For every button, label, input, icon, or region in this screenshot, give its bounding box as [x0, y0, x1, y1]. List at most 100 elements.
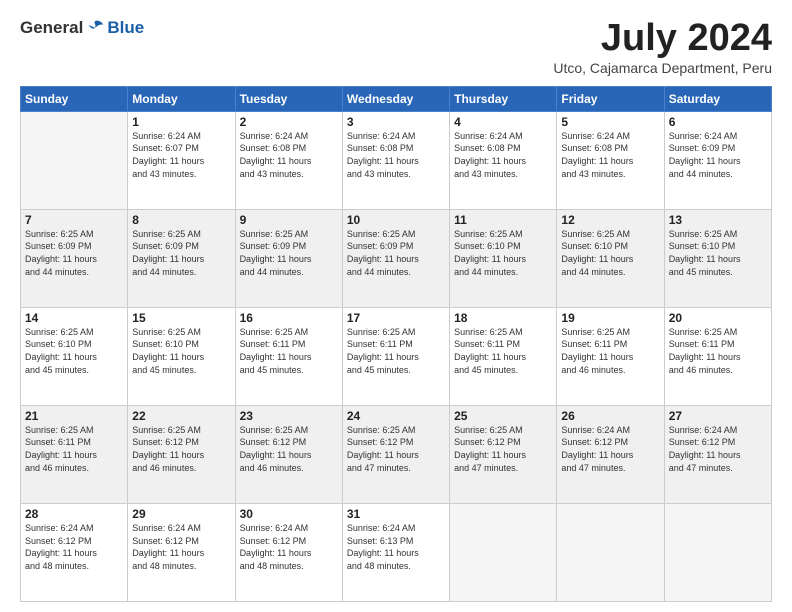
- day-info: Sunrise: 6:25 AMSunset: 6:12 PMDaylight:…: [454, 424, 552, 474]
- table-row: 29Sunrise: 6:24 AMSunset: 6:12 PMDayligh…: [128, 503, 235, 601]
- calendar-table: Sunday Monday Tuesday Wednesday Thursday…: [20, 86, 772, 602]
- table-row: [21, 111, 128, 209]
- calendar-week-row: 14Sunrise: 6:25 AMSunset: 6:10 PMDayligh…: [21, 307, 772, 405]
- day-number: 20: [669, 311, 767, 325]
- day-info: Sunrise: 6:24 AMSunset: 6:13 PMDaylight:…: [347, 522, 445, 572]
- table-row: [450, 503, 557, 601]
- day-info: Sunrise: 6:25 AMSunset: 6:09 PMDaylight:…: [132, 228, 230, 278]
- day-info: Sunrise: 6:25 AMSunset: 6:11 PMDaylight:…: [454, 326, 552, 376]
- day-number: 23: [240, 409, 338, 423]
- col-saturday: Saturday: [664, 86, 771, 111]
- day-info: Sunrise: 6:25 AMSunset: 6:10 PMDaylight:…: [561, 228, 659, 278]
- day-number: 6: [669, 115, 767, 129]
- calendar-week-row: 7Sunrise: 6:25 AMSunset: 6:09 PMDaylight…: [21, 209, 772, 307]
- table-row: 13Sunrise: 6:25 AMSunset: 6:10 PMDayligh…: [664, 209, 771, 307]
- logo-blue: Blue: [107, 18, 144, 38]
- day-number: 18: [454, 311, 552, 325]
- day-info: Sunrise: 6:24 AMSunset: 6:12 PMDaylight:…: [669, 424, 767, 474]
- logo-bird-icon: [85, 18, 105, 38]
- table-row: 21Sunrise: 6:25 AMSunset: 6:11 PMDayligh…: [21, 405, 128, 503]
- col-wednesday: Wednesday: [342, 86, 449, 111]
- day-info: Sunrise: 6:25 AMSunset: 6:09 PMDaylight:…: [240, 228, 338, 278]
- table-row: [557, 503, 664, 601]
- table-row: 4Sunrise: 6:24 AMSunset: 6:08 PMDaylight…: [450, 111, 557, 209]
- table-row: 7Sunrise: 6:25 AMSunset: 6:09 PMDaylight…: [21, 209, 128, 307]
- day-number: 8: [132, 213, 230, 227]
- col-thursday: Thursday: [450, 86, 557, 111]
- day-number: 24: [347, 409, 445, 423]
- day-number: 3: [347, 115, 445, 129]
- day-number: 1: [132, 115, 230, 129]
- table-row: 30Sunrise: 6:24 AMSunset: 6:12 PMDayligh…: [235, 503, 342, 601]
- day-info: Sunrise: 6:24 AMSunset: 6:12 PMDaylight:…: [240, 522, 338, 572]
- day-number: 7: [25, 213, 123, 227]
- month-title: July 2024: [553, 18, 772, 60]
- day-number: 14: [25, 311, 123, 325]
- col-friday: Friday: [557, 86, 664, 111]
- day-number: 29: [132, 507, 230, 521]
- day-number: 15: [132, 311, 230, 325]
- day-info: Sunrise: 6:25 AMSunset: 6:12 PMDaylight:…: [132, 424, 230, 474]
- day-number: 21: [25, 409, 123, 423]
- day-info: Sunrise: 6:24 AMSunset: 6:08 PMDaylight:…: [347, 130, 445, 180]
- day-number: 5: [561, 115, 659, 129]
- table-row: 3Sunrise: 6:24 AMSunset: 6:08 PMDaylight…: [342, 111, 449, 209]
- day-number: 13: [669, 213, 767, 227]
- day-info: Sunrise: 6:25 AMSunset: 6:09 PMDaylight:…: [25, 228, 123, 278]
- day-info: Sunrise: 6:24 AMSunset: 6:08 PMDaylight:…: [561, 130, 659, 180]
- table-row: 23Sunrise: 6:25 AMSunset: 6:12 PMDayligh…: [235, 405, 342, 503]
- table-row: 28Sunrise: 6:24 AMSunset: 6:12 PMDayligh…: [21, 503, 128, 601]
- day-number: 30: [240, 507, 338, 521]
- table-row: 10Sunrise: 6:25 AMSunset: 6:09 PMDayligh…: [342, 209, 449, 307]
- title-area: July 2024 Utco, Cajamarca Department, Pe…: [553, 18, 772, 76]
- table-row: 8Sunrise: 6:25 AMSunset: 6:09 PMDaylight…: [128, 209, 235, 307]
- table-row: [664, 503, 771, 601]
- day-info: Sunrise: 6:24 AMSunset: 6:09 PMDaylight:…: [669, 130, 767, 180]
- table-row: 9Sunrise: 6:25 AMSunset: 6:09 PMDaylight…: [235, 209, 342, 307]
- day-number: 27: [669, 409, 767, 423]
- table-row: 20Sunrise: 6:25 AMSunset: 6:11 PMDayligh…: [664, 307, 771, 405]
- day-info: Sunrise: 6:24 AMSunset: 6:12 PMDaylight:…: [561, 424, 659, 474]
- day-info: Sunrise: 6:24 AMSunset: 6:12 PMDaylight:…: [132, 522, 230, 572]
- day-info: Sunrise: 6:25 AMSunset: 6:11 PMDaylight:…: [347, 326, 445, 376]
- table-row: 26Sunrise: 6:24 AMSunset: 6:12 PMDayligh…: [557, 405, 664, 503]
- day-info: Sunrise: 6:25 AMSunset: 6:12 PMDaylight:…: [347, 424, 445, 474]
- col-sunday: Sunday: [21, 86, 128, 111]
- day-info: Sunrise: 6:24 AMSunset: 6:07 PMDaylight:…: [132, 130, 230, 180]
- table-row: 17Sunrise: 6:25 AMSunset: 6:11 PMDayligh…: [342, 307, 449, 405]
- col-tuesday: Tuesday: [235, 86, 342, 111]
- calendar-week-row: 1Sunrise: 6:24 AMSunset: 6:07 PMDaylight…: [21, 111, 772, 209]
- table-row: 6Sunrise: 6:24 AMSunset: 6:09 PMDaylight…: [664, 111, 771, 209]
- calendar-week-row: 28Sunrise: 6:24 AMSunset: 6:12 PMDayligh…: [21, 503, 772, 601]
- day-number: 22: [132, 409, 230, 423]
- day-number: 2: [240, 115, 338, 129]
- day-number: 10: [347, 213, 445, 227]
- table-row: 12Sunrise: 6:25 AMSunset: 6:10 PMDayligh…: [557, 209, 664, 307]
- table-row: 2Sunrise: 6:24 AMSunset: 6:08 PMDaylight…: [235, 111, 342, 209]
- table-row: 31Sunrise: 6:24 AMSunset: 6:13 PMDayligh…: [342, 503, 449, 601]
- day-info: Sunrise: 6:25 AMSunset: 6:10 PMDaylight:…: [669, 228, 767, 278]
- day-info: Sunrise: 6:25 AMSunset: 6:11 PMDaylight:…: [25, 424, 123, 474]
- day-info: Sunrise: 6:25 AMSunset: 6:11 PMDaylight:…: [561, 326, 659, 376]
- table-row: 16Sunrise: 6:25 AMSunset: 6:11 PMDayligh…: [235, 307, 342, 405]
- day-number: 12: [561, 213, 659, 227]
- day-info: Sunrise: 6:25 AMSunset: 6:11 PMDaylight:…: [240, 326, 338, 376]
- table-row: 18Sunrise: 6:25 AMSunset: 6:11 PMDayligh…: [450, 307, 557, 405]
- table-row: 15Sunrise: 6:25 AMSunset: 6:10 PMDayligh…: [128, 307, 235, 405]
- day-number: 25: [454, 409, 552, 423]
- day-info: Sunrise: 6:25 AMSunset: 6:12 PMDaylight:…: [240, 424, 338, 474]
- day-number: 28: [25, 507, 123, 521]
- calendar-week-row: 21Sunrise: 6:25 AMSunset: 6:11 PMDayligh…: [21, 405, 772, 503]
- table-row: 11Sunrise: 6:25 AMSunset: 6:10 PMDayligh…: [450, 209, 557, 307]
- page-header: General Blue July 2024 Utco, Cajamarca D…: [20, 18, 772, 76]
- day-info: Sunrise: 6:24 AMSunset: 6:08 PMDaylight:…: [240, 130, 338, 180]
- day-number: 9: [240, 213, 338, 227]
- day-info: Sunrise: 6:25 AMSunset: 6:09 PMDaylight:…: [347, 228, 445, 278]
- day-info: Sunrise: 6:25 AMSunset: 6:10 PMDaylight:…: [25, 326, 123, 376]
- day-number: 31: [347, 507, 445, 521]
- day-number: 26: [561, 409, 659, 423]
- day-info: Sunrise: 6:25 AMSunset: 6:10 PMDaylight:…: [454, 228, 552, 278]
- day-info: Sunrise: 6:24 AMSunset: 6:12 PMDaylight:…: [25, 522, 123, 572]
- day-number: 11: [454, 213, 552, 227]
- table-row: 14Sunrise: 6:25 AMSunset: 6:10 PMDayligh…: [21, 307, 128, 405]
